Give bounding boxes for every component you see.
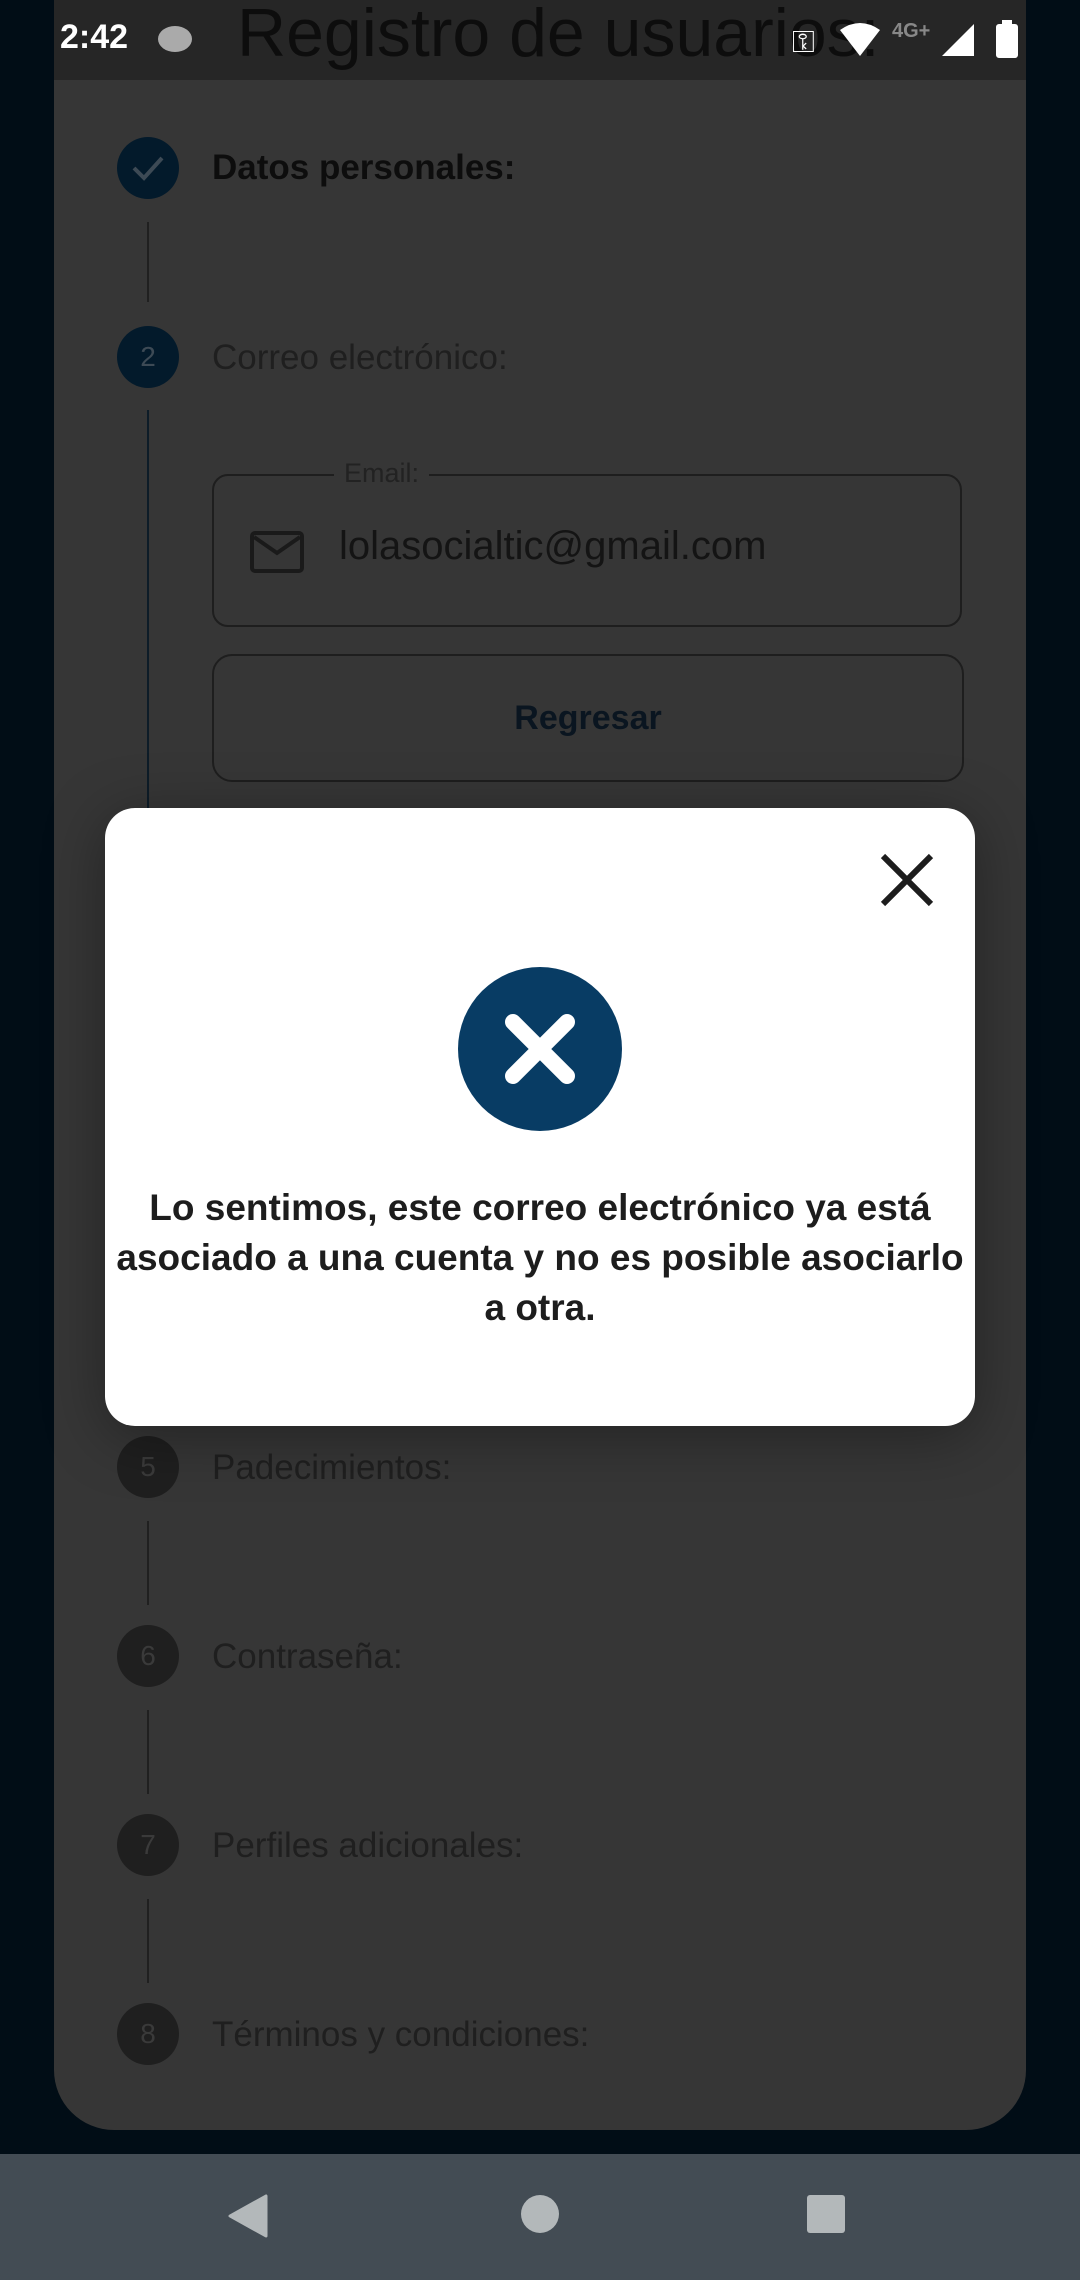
error-circle-icon	[458, 967, 622, 1131]
error-dialog: Lo sentimos, este correo electrónico ya …	[105, 808, 975, 1426]
back-nav-icon[interactable]	[228, 2194, 268, 2238]
step-label[interactable]: Términos y condiciones:	[212, 2015, 589, 2055]
step-label[interactable]: Perfiles adicionales:	[212, 1826, 523, 1866]
check-icon	[132, 156, 164, 181]
recents-nav-icon[interactable]	[806, 2194, 846, 2234]
step-connector	[147, 222, 149, 302]
step-label[interactable]: Datos personales:	[212, 148, 515, 188]
close-icon[interactable]	[875, 848, 939, 912]
vpn-key-icon: ⚿	[792, 26, 815, 59]
step-label[interactable]: Padecimientos:	[212, 1448, 451, 1488]
step-connector	[147, 1710, 149, 1794]
step-label[interactable]: Correo electrónico:	[212, 338, 508, 378]
error-message: Lo sentimos, este correo electrónico ya …	[116, 1187, 964, 1328]
wifi-icon	[840, 23, 880, 56]
battery-icon	[996, 20, 1018, 58]
email-value: lolasocialtic@gmail.com	[339, 524, 767, 568]
email-label: Email:	[334, 458, 430, 489]
step-8-number[interactable]: 8	[117, 2003, 179, 2065]
email-field[interactable]: Email: lolasocialtic@gmail.com	[212, 458, 962, 627]
home-nav-icon[interactable]	[520, 2194, 560, 2234]
mail-icon	[250, 531, 304, 573]
clock: 2:42	[60, 18, 129, 56]
navigation-bar	[0, 2154, 1080, 2280]
network-type: 4G+	[892, 20, 931, 42]
step-5-number[interactable]: 5	[117, 1436, 179, 1498]
step-connector	[147, 1899, 149, 1983]
x-icon	[505, 1014, 575, 1084]
step-connector	[147, 410, 149, 810]
page-title: Registro de usuarios:	[237, 0, 880, 71]
step-7-number[interactable]: 7	[117, 1814, 179, 1876]
step-2-number[interactable]: 2	[117, 326, 179, 388]
step-6-number[interactable]: 6	[117, 1625, 179, 1687]
step-connector	[147, 1521, 149, 1605]
signal-icon	[942, 24, 974, 56]
back-button[interactable]: Regresar	[212, 654, 964, 782]
app-notification-icon	[158, 26, 192, 52]
step-label[interactable]: Contraseña:	[212, 1637, 403, 1677]
step-1-completed[interactable]	[117, 137, 179, 199]
